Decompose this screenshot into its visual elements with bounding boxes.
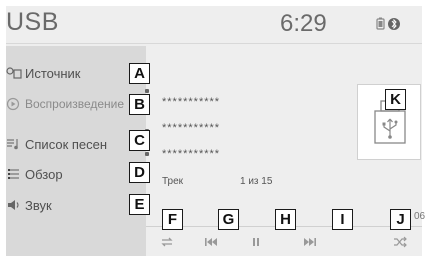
callout-label: J — [390, 209, 411, 230]
info-line: *********** — [162, 122, 221, 134]
callout-label: B — [129, 94, 150, 115]
callout-label: K — [385, 89, 406, 110]
sidebar-item-label: Звук — [25, 197, 52, 213]
callout-label: H — [275, 209, 296, 230]
sidebar-item-label: Список песен — [25, 136, 108, 152]
elapsed-time: 06 — [414, 211, 426, 222]
info-line: *********** — [162, 148, 221, 160]
speaker-icon — [6, 198, 22, 212]
sidebar-item-label: Воспроизведение — [25, 97, 125, 111]
play-circle-icon — [6, 97, 22, 111]
info-line: *********** — [162, 96, 221, 108]
header-divider — [6, 43, 422, 44]
song-list-icon — [6, 137, 22, 151]
status-icons — [365, 17, 415, 31]
page-title: USB — [6, 8, 59, 36]
sidebar-item-label: Источник — [25, 65, 81, 81]
callout-label: A — [129, 63, 150, 84]
scroll-marker — [145, 89, 149, 93]
callout-label: E — [129, 194, 150, 215]
sidebar-item-playback[interactable]: Воспроизведение — [6, 91, 130, 117]
repeat-icon — [161, 237, 173, 247]
bluetooth-icon — [388, 18, 400, 30]
browse-icon — [6, 167, 22, 181]
sidebar-item-song-list[interactable]: Список песен — [6, 131, 130, 157]
pause-icon — [253, 238, 259, 246]
previous-track-icon — [205, 238, 217, 246]
sidebar-item-sound[interactable]: Звук — [6, 192, 130, 218]
phone-battery-icon — [376, 17, 385, 30]
source-icon — [6, 66, 22, 80]
pause-button[interactable] — [246, 235, 266, 249]
callout-label: C — [129, 130, 150, 151]
clock: 6:29 — [280, 10, 327, 37]
track-position: 1 из 15 — [240, 176, 273, 187]
sidebar-item-label: Обзор — [25, 166, 63, 182]
callout-label: G — [218, 209, 239, 230]
track-label: Трек — [162, 176, 184, 187]
audio-screen: USB 6:29 Источник Воспроизведение Список… — [0, 0, 427, 261]
sidebar-item-browse[interactable]: Обзор — [6, 161, 130, 187]
previous-track-button[interactable] — [201, 235, 221, 249]
callout-label: I — [332, 209, 353, 230]
scroll-marker — [145, 152, 149, 156]
next-track-button[interactable] — [300, 235, 320, 249]
callout-label: D — [129, 162, 150, 183]
sidebar-item-source[interactable]: Источник — [6, 60, 130, 86]
next-track-icon — [304, 238, 316, 246]
shuffle-button[interactable] — [390, 235, 410, 249]
callout-label: F — [162, 209, 183, 230]
repeat-button[interactable] — [157, 235, 177, 249]
shuffle-icon — [394, 236, 407, 248]
